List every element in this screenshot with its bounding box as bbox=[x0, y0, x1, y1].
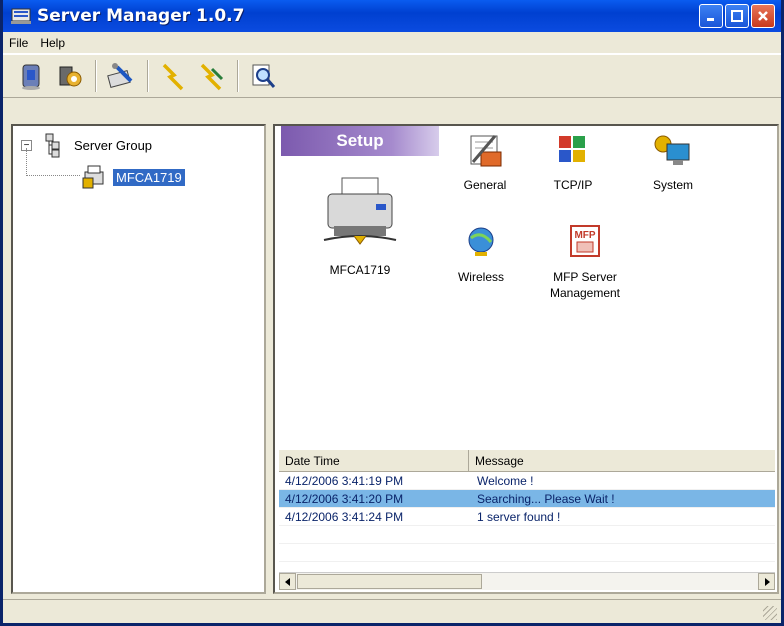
event-log-list[interactable]: Date Time Message 4/12/2006 3:41:19 PM W… bbox=[279, 450, 775, 590]
toolbar-separator bbox=[237, 60, 239, 92]
menu-help[interactable]: Help bbox=[34, 36, 71, 50]
minimize-icon bbox=[707, 18, 714, 21]
server-group-icon bbox=[45, 133, 60, 158]
scrollbar-thumb[interactable] bbox=[297, 574, 482, 589]
setup-wireless[interactable]: Wireless bbox=[431, 222, 531, 285]
setup-system-label: System bbox=[652, 178, 693, 192]
general-icon bbox=[470, 135, 502, 167]
log-message: 1 server found ! bbox=[477, 509, 561, 524]
log-row[interactable]: 4/12/2006 3:41:24 PM 1 server found ! bbox=[279, 508, 775, 526]
log-header: Date Time Message bbox=[279, 450, 775, 472]
log-row-selected[interactable]: 4/12/2006 3:41:20 PM Searching... Please… bbox=[279, 490, 775, 508]
search-icon bbox=[252, 64, 276, 88]
setup-mfp-server-management[interactable]: MFP MFP Server Management bbox=[535, 222, 635, 301]
disconnect-icon bbox=[200, 63, 224, 91]
tree-child-label: MFCA1719 bbox=[113, 168, 185, 186]
log-message: Welcome ! bbox=[477, 473, 534, 488]
toolbar-server-settings-button[interactable] bbox=[51, 58, 87, 94]
log-time: 4/12/2006 3:41:20 PM bbox=[285, 491, 404, 506]
device-label: MFCA1719 bbox=[329, 263, 391, 277]
setup-general-label: General bbox=[463, 178, 507, 192]
configure-icon bbox=[107, 63, 133, 88]
toolbar-connect-button[interactable] bbox=[155, 58, 191, 94]
server-manager-window: Server Manager 1.0.7 File Help − Server … bbox=[0, 0, 784, 626]
toolbar-configure-button[interactable] bbox=[103, 58, 139, 94]
tcpip-icon bbox=[559, 136, 585, 162]
log-time: 4/12/2006 3:41:24 PM bbox=[285, 509, 404, 524]
client-area: File Help − Server Group MFCA1719 Setup … bbox=[3, 32, 781, 623]
setup-tcpip-label: TCP/IP bbox=[553, 178, 593, 192]
horizontal-scrollbar[interactable] bbox=[279, 572, 775, 590]
printer-icon bbox=[323, 177, 397, 245]
menu-file-label: File bbox=[9, 35, 29, 50]
server-icon bbox=[22, 64, 40, 90]
log-row-empty bbox=[279, 526, 775, 544]
resize-grip[interactable] bbox=[763, 606, 777, 620]
close-button[interactable] bbox=[751, 4, 775, 28]
minimize-button[interactable] bbox=[699, 4, 723, 28]
tree-connector bbox=[26, 175, 80, 176]
toolbar-search-button[interactable] bbox=[245, 58, 281, 94]
setup-banner: Setup bbox=[281, 126, 439, 156]
tree-connector bbox=[26, 148, 27, 176]
setup-tcpip[interactable]: TCP/IP bbox=[523, 130, 623, 193]
window-controls bbox=[699, 4, 775, 28]
svg-text:MFP: MFP bbox=[574, 230, 595, 241]
arrow-right-icon bbox=[764, 577, 770, 586]
mfp-icon: MFP bbox=[570, 225, 600, 257]
maximize-button[interactable] bbox=[725, 4, 749, 28]
toolbar-separator bbox=[95, 60, 97, 92]
printer-server-icon bbox=[82, 165, 104, 189]
setup-system[interactable]: System bbox=[623, 130, 723, 193]
wireless-icon bbox=[468, 227, 494, 256]
toolbar bbox=[3, 54, 781, 98]
connect-icon bbox=[162, 63, 184, 91]
menu-help-label: Help bbox=[40, 35, 66, 50]
log-row[interactable]: 4/12/2006 3:41:19 PM Welcome ! bbox=[279, 472, 775, 490]
status-bar bbox=[3, 599, 781, 623]
scroll-right-button[interactable] bbox=[758, 573, 775, 590]
server-settings-icon bbox=[59, 66, 82, 87]
system-icon bbox=[654, 135, 690, 165]
menu-bar: File Help bbox=[3, 32, 781, 54]
setup-mfp-label: MFP Server Management bbox=[549, 270, 621, 300]
close-icon bbox=[758, 11, 768, 21]
tree-node-server-group[interactable]: − Server Group bbox=[21, 132, 152, 158]
server-tree[interactable]: − Server Group MFCA1719 bbox=[11, 124, 266, 594]
setup-panel: Setup MFCA1719 General TCP/IP System Wir… bbox=[273, 124, 779, 594]
tree-node-mfca1719[interactable]: MFCA1719 bbox=[81, 164, 185, 190]
window-title: Server Manager 1.0.7 bbox=[37, 6, 245, 26]
toolbar-separator bbox=[147, 60, 149, 92]
toolbar-disconnect-button[interactable] bbox=[193, 58, 229, 94]
column-header-date-time[interactable]: Date Time bbox=[279, 450, 469, 471]
title-bar[interactable]: Server Manager 1.0.7 bbox=[3, 0, 781, 32]
toolbar-server-button[interactable] bbox=[13, 58, 49, 94]
column-header-message[interactable]: Message bbox=[469, 450, 775, 471]
scroll-left-button[interactable] bbox=[279, 573, 296, 590]
menu-file[interactable]: File bbox=[3, 36, 34, 50]
arrow-left-icon bbox=[284, 577, 290, 586]
setup-general[interactable]: General bbox=[435, 130, 535, 193]
maximize-icon bbox=[731, 10, 743, 22]
log-row-empty bbox=[279, 544, 775, 562]
device-mfca1719[interactable]: MFCA1719 bbox=[305, 174, 415, 277]
tree-root-label: Server Group bbox=[74, 137, 153, 153]
log-time: 4/12/2006 3:41:19 PM bbox=[285, 473, 404, 488]
setup-wireless-label: Wireless bbox=[457, 270, 504, 284]
log-message: Searching... Please Wait ! bbox=[477, 491, 615, 506]
server-manager-app-icon bbox=[11, 8, 31, 24]
